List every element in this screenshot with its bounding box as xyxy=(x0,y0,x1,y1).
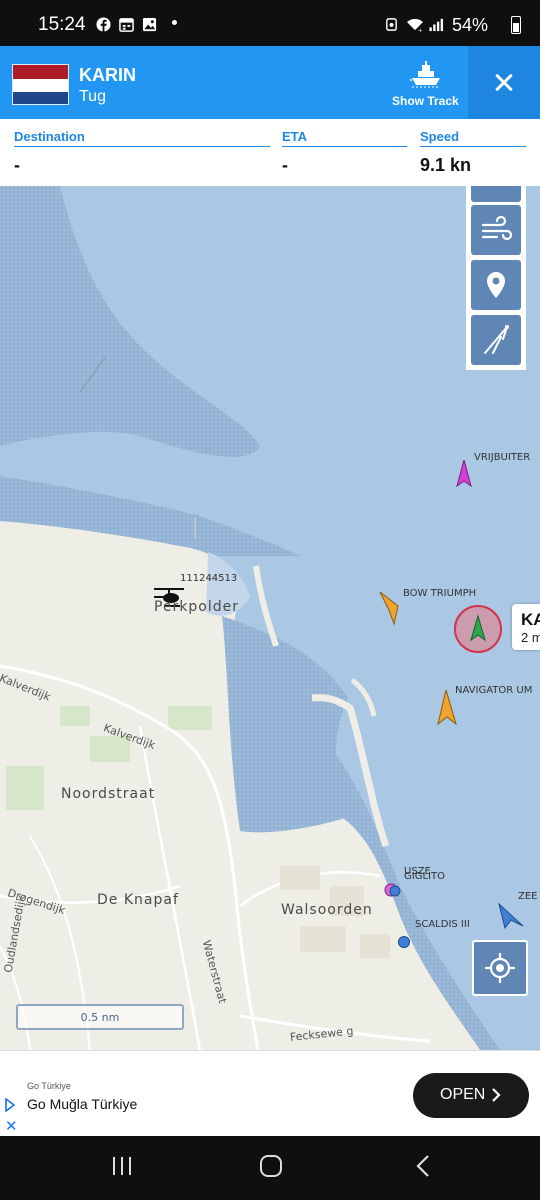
measure-button[interactable] xyxy=(471,315,521,365)
vessel-header: KARIN Tug Show Track xyxy=(0,46,540,119)
helicopter-label: 111244513 xyxy=(180,573,238,584)
ship-marker-bow-triumph[interactable] xyxy=(378,590,400,626)
home-icon[interactable] xyxy=(259,1154,283,1178)
place-noordstraat: Noordstraat xyxy=(61,786,156,802)
selected-vessel-marker[interactable] xyxy=(453,604,503,654)
ship-label-bow-triumph: BOW TRIUMPH xyxy=(403,588,477,599)
netherlands-flag-icon xyxy=(12,64,69,105)
speed-value: 9.1 kn xyxy=(420,155,472,175)
selected-vessel-distance: 2 m xyxy=(521,630,540,645)
map-pin-icon xyxy=(487,272,505,298)
place-walsoorden: Walsoorden xyxy=(281,902,373,918)
ship-label-giglito: GIGLITO xyxy=(404,871,445,882)
map-view[interactable]: VRIJBUITER BOW TRIUMPH NAVIGATOR UM SCAL… xyxy=(0,186,540,1050)
selected-vessel-tag[interactable]: KA 2 m xyxy=(512,604,540,650)
battery-percent: 54% xyxy=(452,15,489,35)
ship-label-vrijbuiter: VRIJBUITER xyxy=(474,452,531,463)
chevron-right-icon xyxy=(492,1088,501,1102)
ad-open-button[interactable]: OPEN xyxy=(413,1073,529,1118)
recent-apps-icon[interactable] xyxy=(110,1154,134,1178)
eta-value: - xyxy=(282,155,288,175)
calendar-icon xyxy=(119,18,134,32)
map-control-stack xyxy=(466,186,526,370)
map-scale-bar: 0.5 nm xyxy=(16,1004,184,1030)
show-track-label: Show Track xyxy=(392,94,459,108)
wifi-icon: + xyxy=(407,18,423,32)
signal-icon xyxy=(429,18,444,32)
ship-marker-scaldis[interactable] xyxy=(398,936,410,948)
facebook-icon xyxy=(96,17,111,32)
ad-title: Go Muğla Türkiye xyxy=(27,1096,138,1112)
eta-label: ETA xyxy=(282,129,308,144)
wind-icon xyxy=(481,215,513,241)
gallery-icon xyxy=(142,17,157,32)
ad-close-icon[interactable]: ✕ xyxy=(5,1117,18,1135)
ship-cluster-marker[interactable] xyxy=(384,882,402,898)
vessel-type: Tug xyxy=(79,88,106,105)
alarm-icon xyxy=(386,18,397,31)
speed-field: Speed 9.1 kn xyxy=(420,119,526,186)
ship-label-scaldis: SCALDIS III xyxy=(415,919,470,930)
ship-marker-vrijbuiter[interactable] xyxy=(456,460,472,488)
my-location-button[interactable] xyxy=(472,940,528,996)
ship-label-navigator: NAVIGATOR UM xyxy=(455,685,533,696)
destination-value: - xyxy=(14,155,20,175)
destination-label: Destination xyxy=(14,129,85,144)
ship-track-icon xyxy=(410,61,440,88)
destination-divider xyxy=(14,146,270,147)
ad-open-label: OPEN xyxy=(440,1086,486,1103)
destination-field: Destination - xyxy=(14,119,270,186)
map-scale-label: 0.5 nm xyxy=(80,1011,120,1024)
ship-marker-zee[interactable] xyxy=(497,902,525,930)
system-nav-bar xyxy=(0,1136,540,1200)
status-bar: 15:24 + 54% xyxy=(0,0,540,46)
ad-advertiser: Go Türkiye xyxy=(27,1081,71,1091)
eta-field: ETA - xyxy=(282,119,407,186)
wind-button[interactable] xyxy=(471,205,521,255)
svg-text:+: + xyxy=(418,28,423,32)
layers-button[interactable] xyxy=(471,186,521,202)
adchoices-icon[interactable] xyxy=(4,1098,16,1112)
notification-dot xyxy=(172,20,177,25)
close-button[interactable] xyxy=(468,46,540,119)
back-icon[interactable] xyxy=(414,1154,434,1178)
speed-label: Speed xyxy=(420,129,460,144)
selected-vessel-name: KA xyxy=(521,610,540,629)
vessel-info-strip: Destination - ETA - Speed 9.1 kn xyxy=(0,119,540,186)
show-track-button[interactable]: Show Track xyxy=(382,56,466,116)
status-time: 15:24 xyxy=(38,14,86,35)
eta-divider xyxy=(282,146,407,147)
compass-measure-icon xyxy=(484,325,509,354)
battery-icon xyxy=(511,16,521,34)
location-pin-button[interactable] xyxy=(471,260,521,310)
speed-divider xyxy=(420,146,526,147)
ship-label-zee: ZEE xyxy=(518,891,538,902)
ad-banner[interactable]: Go Türkiye Go Muğla Türkiye ✕ OPEN xyxy=(0,1050,540,1136)
place-perkpolder: Perkpolder xyxy=(154,599,240,615)
vessel-name: KARIN xyxy=(79,65,136,85)
crosshair-icon xyxy=(485,953,515,983)
place-de-knapaf: De Knapaf xyxy=(97,892,179,908)
